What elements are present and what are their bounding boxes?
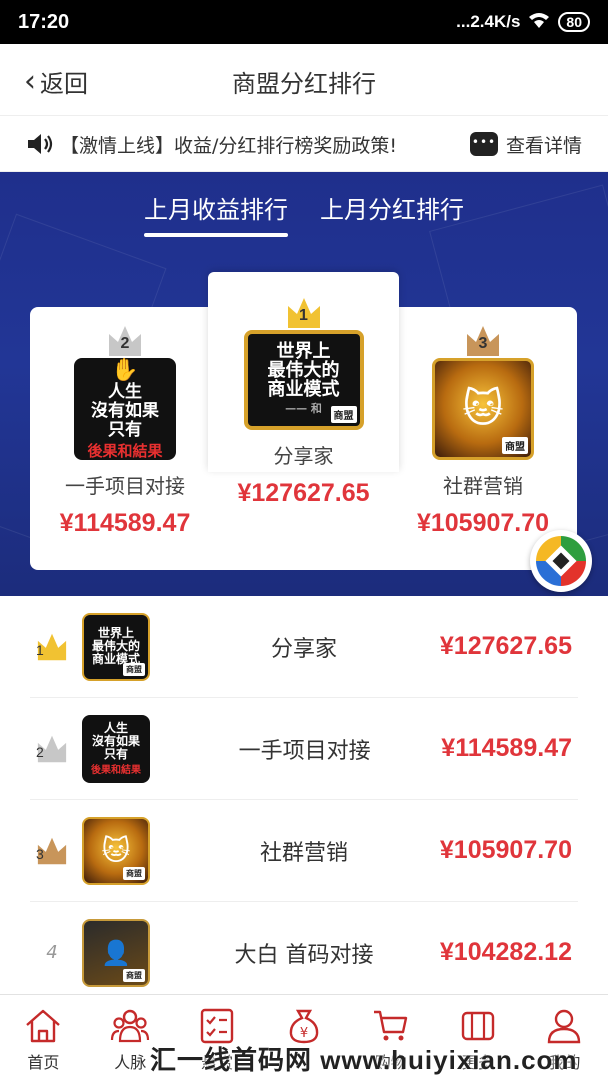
- crown-silver-icon: 2: [36, 734, 68, 764]
- podium-third[interactable]: 3 🐱 商盟 社群营销 ¥105907.70: [398, 324, 568, 538]
- member-name: 分享家: [270, 636, 337, 662]
- member-amount: ¥104282.12: [439, 938, 572, 966]
- view-details-link[interactable]: ••• 查看详情: [469, 131, 582, 158]
- speaker-icon: [28, 134, 53, 154]
- podium-second[interactable]: 2 ✋ 人生 沒有如果 只有 後果和結果 一手项目对接 ¥114589.47: [40, 324, 210, 538]
- lucky-cat-avatar: 🐱 商盟: [82, 816, 150, 885]
- portrait-icon: 👤: [101, 938, 131, 967]
- avatar: ✋ 人生 沒有如果 只有 後果和結果: [74, 358, 176, 460]
- wifi-icon: [528, 11, 550, 34]
- ranking-hero: 上月收益排行 上月分红排行 2 ✋ 人生 沒有如果 只有 後果和結果 一手项目对…: [0, 172, 608, 596]
- chat-icon: •••: [469, 132, 498, 156]
- network-speed: ...2.4K/s: [456, 12, 521, 31]
- site-watermark: 汇一线首码网 www.huiyixian.com: [150, 1045, 578, 1075]
- crown-silver-icon: 2: [107, 324, 143, 358]
- list-item[interactable]: 3 🐱 商盟 社群营销 ¥105907.70: [30, 800, 578, 902]
- floating-logo-icon[interactable]: [530, 530, 592, 592]
- brand-badge: 商盟: [330, 406, 357, 423]
- tab-last-month-dividend[interactable]: 上月分红排行: [320, 190, 464, 237]
- ranking-tabs: 上月收益排行 上月分红排行: [0, 190, 608, 237]
- lucky-cat-avatar: 🐱 商盟: [432, 358, 534, 460]
- page-title: 商盟分红排行: [232, 70, 376, 98]
- ranking-list: 1 世界上 最伟大的 商业模式 商盟 分享家 ¥127627.65 2 人生 沒…: [0, 596, 608, 1004]
- view-details-label: 查看详情: [505, 134, 582, 157]
- avatar: 👤 商盟: [82, 918, 150, 987]
- hand-icon: ✋: [111, 358, 139, 383]
- podium-amount: ¥127627.65: [237, 479, 370, 507]
- status-time: 17:20: [18, 10, 70, 33]
- battery-indicator: 80: [558, 12, 590, 32]
- crown-bronze-icon: 3: [36, 836, 68, 866]
- rank-number: 4: [46, 942, 58, 963]
- member-name: 大白 首码对接: [234, 942, 374, 968]
- list-item[interactable]: 4 👤 商盟 大白 首码对接 ¥104282.12: [30, 902, 578, 1004]
- list-item[interactable]: 2 人生 沒有如果 只有 後果和結果 一手项目对接 ¥114589.47: [30, 698, 578, 800]
- crown-gold-icon: 1: [36, 632, 68, 662]
- podium-name: 社群营销: [443, 474, 523, 498]
- tab-last-month-income[interactable]: 上月收益排行: [144, 190, 288, 237]
- header-bar: ‹ 返回 商盟分红排行: [0, 44, 608, 116]
- tab-home[interactable]: 首页: [5, 1007, 81, 1080]
- avatar: 世界上 最伟大的 商业模式 商盟: [82, 612, 150, 681]
- podium-first[interactable]: 1 世界上 最伟大的 商业模式 —— 和 商盟 分享家 ¥127627.65: [218, 296, 389, 508]
- status-bar: 17:20 ...2.4K/s 80: [0, 0, 608, 44]
- list-item[interactable]: 1 世界上 最伟大的 商业模式 商盟 分享家 ¥127627.65: [30, 596, 578, 698]
- avatar: 人生 沒有如果 只有 後果和結果: [82, 714, 150, 783]
- cat-icon: 🐱: [101, 834, 131, 867]
- status-right: ...2.4K/s 80: [456, 11, 590, 34]
- crown-bronze-icon: 3: [465, 324, 501, 358]
- podium-name: 分享家: [273, 444, 334, 468]
- cat-icon: 🐱: [462, 386, 504, 432]
- member-name: 社群营销: [259, 840, 348, 866]
- notice-text: 【激情上线】收益/分红排行榜奖励政策!: [60, 134, 398, 157]
- notice-bar[interactable]: 【激情上线】收益/分红排行榜奖励政策! ••• 查看详情: [0, 117, 608, 172]
- brand-badge: 商盟: [502, 437, 528, 454]
- crown-gold-icon: 1: [286, 296, 322, 330]
- member-name: 一手项目对接: [238, 738, 371, 764]
- rank-badge: 2: [30, 734, 74, 764]
- member-amount: ¥114589.47: [441, 734, 572, 762]
- podium-name: 一手项目对接: [65, 474, 185, 498]
- member-amount: ¥127627.65: [439, 632, 572, 660]
- home-icon: [26, 1009, 61, 1043]
- member-amount: ¥105907.70: [439, 836, 572, 864]
- rank-badge: 3: [30, 836, 74, 866]
- rank-badge: 1: [30, 632, 74, 662]
- svg-text:¥: ¥: [300, 1026, 308, 1041]
- avatar: 世界上 最伟大的 商业模式 —— 和 商盟: [243, 330, 364, 430]
- people-icon: [111, 1009, 150, 1043]
- podium-amount: ¥114589.47: [59, 509, 191, 537]
- rank-badge: 4: [30, 942, 74, 963]
